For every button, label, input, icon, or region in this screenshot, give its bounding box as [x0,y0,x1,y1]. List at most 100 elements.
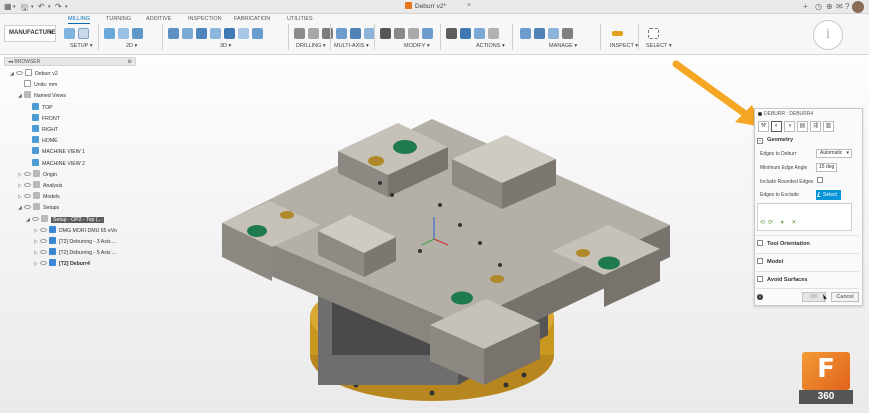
close-tab-icon[interactable]: × [467,2,471,9]
grid-menu-icon[interactable]: ▦ [4,2,12,11]
workspace-dropdown[interactable]: MANUFACTURE ▾ [4,25,56,42]
undo-caret-icon[interactable]: ▾ [48,4,51,10]
avoid-surfaces-section[interactable]: Avoid Surfaces [757,276,808,283]
group-setup[interactable]: SETUP ▾ [70,43,93,49]
pattern-icon[interactable] [422,27,433,39]
expand-toggle-icon[interactable]: ▷ [18,193,24,202]
job-status-icon[interactable]: ◷ [815,2,822,11]
horizontal-icon[interactable] [252,27,263,39]
ramp-icon[interactable] [238,27,249,39]
visibility-eye-icon[interactable] [16,71,23,75]
collapse-icon[interactable]: ◂◂ [8,59,13,65]
geometry-section-header[interactable]: - Geometry [757,137,793,144]
measure-icon[interactable] [612,30,623,36]
visibility-eye-icon[interactable] [24,205,31,210]
part-3d-model[interactable] [0,55,869,413]
tree-row[interactable]: ▷ Models [18,192,60,201]
online-icon[interactable]: ⊕ [826,2,833,11]
tree-row[interactable]: ▷ Origin [18,169,57,180]
help-icon[interactable]: ? [845,2,849,11]
steep-shallow-icon[interactable] [196,27,207,39]
visibility-eye-icon[interactable] [40,261,47,266]
visibility-eye-icon[interactable] [40,239,47,243]
group-select[interactable]: SELECT ▾ [646,43,672,49]
cancel-button[interactable]: Cancel [831,292,859,302]
contour-icon[interactable] [224,27,235,39]
expand-toggle-icon[interactable]: ▷ [18,182,24,191]
dialog-help-icon[interactable]: i [757,294,763,300]
tree-row[interactable]: ▷ [T2] Deburring - 3 Axis ... [34,237,116,246]
edges-to-deburr-select[interactable]: Automatic ▾ [816,149,852,158]
redo-icon[interactable]: ↷ [55,2,62,11]
include-rounded-checkbox[interactable] [817,177,823,183]
tree-row[interactable]: ◢ Setups [18,203,59,212]
post-library-icon[interactable] [562,27,573,39]
dialog-menu-icon[interactable] [758,112,762,116]
visibility-eye-icon[interactable] [40,227,47,232]
group-multi-axis[interactable]: MULTI-AXIS ▾ [334,43,369,49]
tree-row[interactable]: TOP [26,102,53,112]
hole-recognition-icon[interactable] [308,27,319,39]
grid-menu-caret-icon[interactable]: ▾ [13,4,16,10]
tree-row[interactable]: ▷ DMG MORI DMU 65 eVo [34,225,117,236]
edges-exclude-list[interactable] [757,203,852,231]
new-tab-icon[interactable]: + [803,2,808,11]
tree-row[interactable]: ▷ [T2] Deburring - 5 Axis ... [34,248,116,257]
swarf-icon[interactable] [336,27,347,39]
tab-additive[interactable]: ADDITIVE [146,16,171,22]
tree-row[interactable]: ▷ [T2] Deburr4 [34,259,90,268]
tab-utilities[interactable]: UTILITIES [287,16,313,22]
face-icon[interactable] [132,27,143,39]
ok-button[interactable]: OK [802,292,826,302]
expand-toggle-icon[interactable]: ▷ [34,249,40,258]
tree-row[interactable]: ◢ Named Views [18,91,66,100]
visibility-eye-icon[interactable] [24,171,31,176]
tree-row[interactable]: MACHINE VIEW 1 [26,147,85,156]
expand-toggle-icon[interactable]: ▷ [34,227,40,236]
tree-row[interactable]: Units: mm [18,80,57,89]
tree-row[interactable]: MACHINE VIEW 2 [26,158,85,168]
new-setup-icon[interactable] [64,27,75,39]
min-edge-angle-input[interactable]: 15 deg [816,163,837,172]
save-caret-icon[interactable]: ▾ [31,4,34,10]
tab-heights[interactable]: ◑ [784,121,795,132]
expand-toggle-icon[interactable]: ▷ [18,171,24,180]
tree-row[interactable]: ◢ Setup - OP2 - Top (... [26,214,104,225]
templates-icon[interactable] [534,27,545,39]
group-modify[interactable]: MODIFY ▾ [404,43,430,49]
generate-icon[interactable] [446,27,457,39]
setup-sheet-icon[interactable] [78,27,89,39]
tab-post[interactable]: ▥ [823,121,834,132]
tree-row[interactable]: HOME [26,136,58,145]
scallop-icon[interactable] [210,27,221,39]
expand-toggle-icon[interactable]: ◢ [10,70,16,79]
tab-geometry[interactable]: ◐ [771,121,782,132]
select-edges-button[interactable]: Select [816,190,841,200]
notifications-icon[interactable]: ✉ [836,2,843,11]
redo-caret-icon[interactable]: ▾ [65,4,68,10]
checkbox[interactable] [757,258,763,264]
copy-icon[interactable] [394,27,405,39]
document-tab[interactable]: Deburr v2* [405,2,446,10]
setup-sheet-action-icon[interactable] [488,27,499,39]
cut-icon[interactable] [380,27,391,39]
visibility-eye-icon[interactable] [40,250,47,255]
tab-fabrication[interactable]: FABRICATION [234,16,270,22]
canvas-viewport[interactable]: ◂◂ BROWSER ⚙ ◢ Deburr v2 Units: mm ◢ Named V… [0,55,869,413]
dialog-title-bar[interactable]: DEBURR : DEBURR4 [755,109,862,119]
info-icon[interactable]: i [813,20,843,50]
tab-passes[interactable]: ▤ [797,121,808,132]
undo-icon[interactable]: ↶ [38,2,45,11]
paste-icon[interactable] [408,27,419,39]
group-inspect[interactable]: INSPECT ▾ [610,43,638,49]
group-manage[interactable]: MANAGE ▾ [549,43,577,49]
checkbox[interactable] [757,276,763,282]
checkbox[interactable] [757,240,763,246]
visibility-eye-icon[interactable] [24,183,31,187]
simulate-icon[interactable] [460,27,471,39]
adaptive-clearing-icon[interactable] [168,27,179,39]
machine-library-icon[interactable] [548,27,559,39]
expand-toggle-icon[interactable]: ◢ [26,216,32,225]
group-drilling[interactable]: DRILLING ▾ [296,43,326,49]
group-3d[interactable]: 3D ▾ [220,43,231,49]
